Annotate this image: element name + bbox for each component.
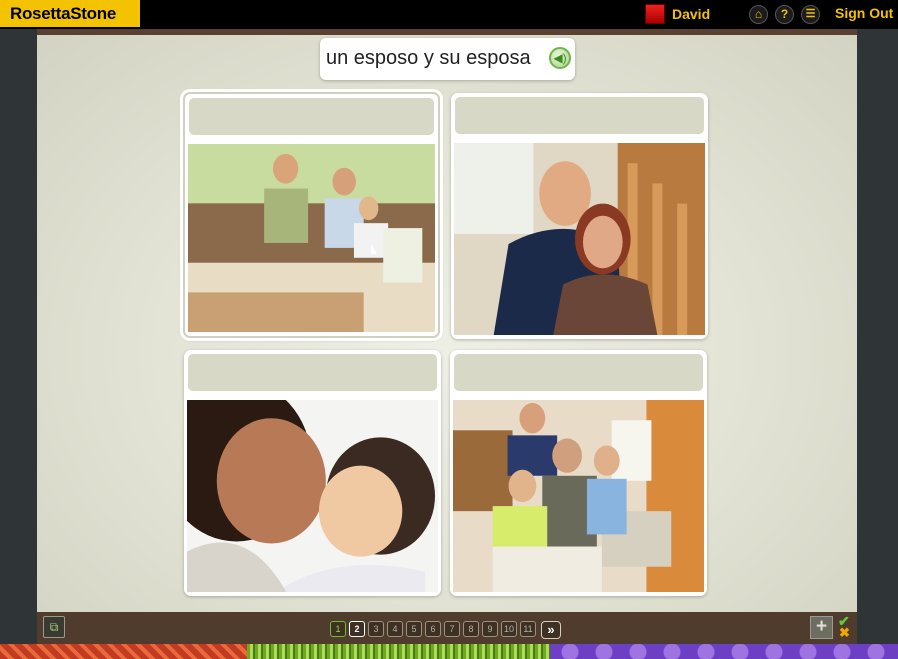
prompt-box: un esposo y su esposa xyxy=(320,38,575,80)
photo-family-couch xyxy=(188,144,435,332)
page-button-4[interactable]: 4 xyxy=(387,621,403,637)
photo-mother-baby xyxy=(187,400,438,592)
footer-red-band xyxy=(0,644,247,659)
app-window: RosettaStone David ⌂ ? ☰ Sign Out un esp… xyxy=(0,0,898,659)
user-avatar xyxy=(645,4,665,24)
page-button-8[interactable]: 8 xyxy=(463,621,479,637)
card-caption-3 xyxy=(188,354,437,391)
x-icon: ✖ xyxy=(839,625,850,640)
right-frame xyxy=(857,29,898,612)
answer-card-4[interactable] xyxy=(450,350,707,596)
photo-husband-wife xyxy=(454,143,705,335)
page-button-11[interactable]: 11 xyxy=(520,621,536,637)
answer-card-3[interactable] xyxy=(184,350,441,596)
prompt-text: un esposo y su esposa xyxy=(326,47,531,69)
card-caption-2 xyxy=(455,97,704,134)
left-frame xyxy=(0,29,37,612)
footer-green-band xyxy=(247,644,550,659)
page-button-5[interactable]: 5 xyxy=(406,621,422,637)
bottom-left-frame xyxy=(0,612,37,644)
user-name: David xyxy=(672,6,711,22)
page-button-6[interactable]: 6 xyxy=(425,621,441,637)
bottom-right-frame xyxy=(857,612,898,644)
footer-purple-band xyxy=(550,644,898,659)
page-button-2[interactable]: 2 xyxy=(349,621,365,637)
user-block[interactable]: David xyxy=(645,4,710,24)
sign-out-link[interactable]: Sign Out xyxy=(835,5,893,21)
next-screens-button[interactable]: » xyxy=(541,621,561,639)
rosetta-stone-logo[interactable]: RosettaStone xyxy=(0,0,140,27)
card-caption-1 xyxy=(189,98,434,135)
review-icon[interactable]: ⧉ xyxy=(43,616,65,638)
plus-icon[interactable]: + xyxy=(810,616,833,639)
speaker-icon[interactable]: ◀) xyxy=(549,47,571,69)
help-icon[interactable]: ? xyxy=(775,5,794,24)
home-icon[interactable]: ⌂ xyxy=(749,5,768,24)
page-button-9[interactable]: 9 xyxy=(482,621,498,637)
card-caption-4 xyxy=(454,354,703,391)
page-button-7[interactable]: 7 xyxy=(444,621,460,637)
mouse-cursor xyxy=(371,244,377,254)
menu-icon[interactable]: ☰ xyxy=(801,5,820,24)
answer-card-1[interactable] xyxy=(183,92,440,338)
lesson-panel xyxy=(37,35,857,612)
page-button-3[interactable]: 3 xyxy=(368,621,384,637)
photo-grandfather-children xyxy=(453,400,704,592)
decorative-footer xyxy=(0,644,898,659)
page-button-1[interactable]: 1 xyxy=(330,621,346,637)
screen-pagination: 1 2 3 4 5 6 7 8 9 10 11 » xyxy=(330,621,561,639)
top-bar: RosettaStone David ⌂ ? ☰ Sign Out xyxy=(0,0,898,29)
page-button-10[interactable]: 10 xyxy=(501,621,517,637)
answer-card-2[interactable] xyxy=(451,93,708,339)
